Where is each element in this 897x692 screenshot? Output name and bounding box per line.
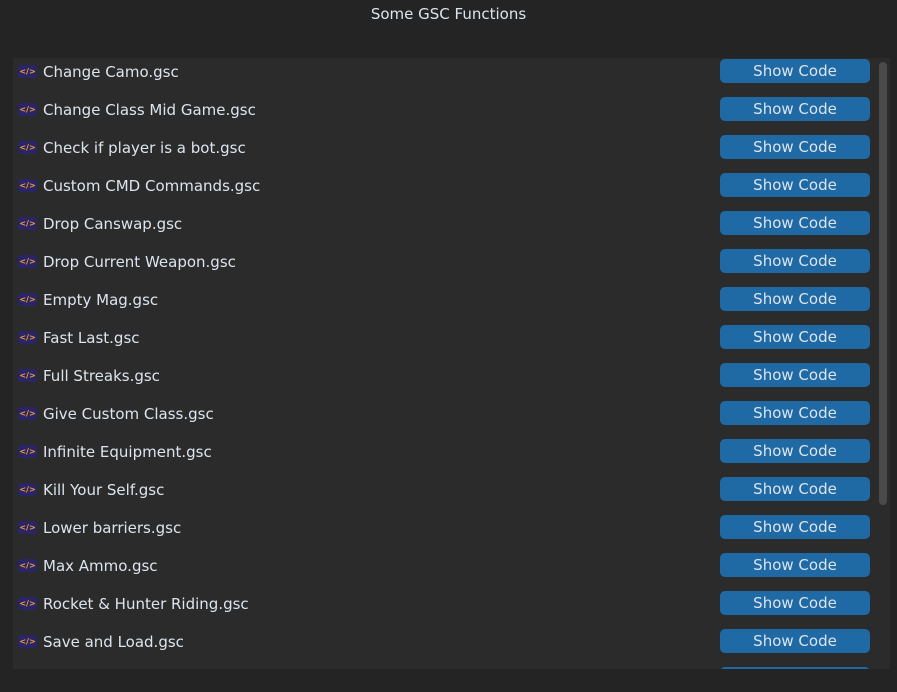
code-file-icon: </> <box>18 559 37 572</box>
code-file-icon: </> <box>18 331 37 344</box>
code-file-icon: </> <box>18 179 37 192</box>
code-file-icon: </> <box>18 141 37 154</box>
code-file-icon: </> <box>18 407 37 420</box>
list-item: </> Full Streaks.gsc Show Code <box>13 362 873 400</box>
show-code-button[interactable]: Show Code <box>720 59 870 83</box>
code-file-icon: </> <box>18 635 37 648</box>
code-file-icon: </> <box>18 521 37 534</box>
list-item: Show Code <box>13 666 873 669</box>
file-name: Lower barriers.gsc <box>43 519 182 537</box>
list-item: </> Rocket & Hunter Riding.gsc Show Code <box>13 590 873 628</box>
list-item: </> Drop Current Weapon.gsc Show Code <box>13 248 873 286</box>
show-code-button[interactable]: Show Code <box>720 553 870 577</box>
list-item: </> Give Custom Class.gsc Show Code <box>13 400 873 438</box>
file-name: Drop Canswap.gsc <box>43 215 183 233</box>
show-code-button[interactable]: Show Code <box>720 477 870 501</box>
file-name: Max Ammo.gsc <box>43 557 158 575</box>
show-code-button[interactable]: Show Code <box>720 439 870 463</box>
show-code-button[interactable]: Show Code <box>720 97 870 121</box>
list-item: </> Max Ammo.gsc Show Code <box>13 552 873 590</box>
show-code-button[interactable]: Show Code <box>720 173 870 197</box>
list-item: </> Drop Canswap.gsc Show Code <box>13 210 873 248</box>
list-item: </> Empty Mag.gsc Show Code <box>13 286 873 324</box>
show-code-button[interactable]: Show Code <box>720 325 870 349</box>
show-code-button[interactable]: Show Code <box>720 401 870 425</box>
show-code-button[interactable]: Show Code <box>720 591 870 615</box>
code-file-icon: </> <box>18 369 37 382</box>
list-item: </> Custom CMD Commands.gsc Show Code <box>13 172 873 210</box>
list-item: </> Lower barriers.gsc Show Code <box>13 514 873 552</box>
code-file-icon: </> <box>18 293 37 306</box>
show-code-button[interactable]: Show Code <box>720 667 870 669</box>
list-item: </> Infinite Equipment.gsc Show Code <box>13 438 873 476</box>
show-code-button[interactable]: Show Code <box>720 249 870 273</box>
code-file-icon: </> <box>18 445 37 458</box>
file-name: Fast Last.gsc <box>43 329 140 347</box>
code-file-icon: </> <box>18 103 37 116</box>
show-code-button[interactable]: Show Code <box>720 363 870 387</box>
list-item: </> Check if player is a bot.gsc Show Cod… <box>13 134 873 172</box>
show-code-button[interactable]: Show Code <box>720 211 870 235</box>
code-file-icon: </> <box>18 597 37 610</box>
file-name: Kill Your Self.gsc <box>43 481 165 499</box>
file-name: Infinite Equipment.gsc <box>43 443 212 461</box>
code-file-icon: </> <box>18 217 37 230</box>
window-title: Some GSC Functions <box>370 5 527 23</box>
list-item: </> Change Class Mid Game.gsc Show Code <box>13 96 873 134</box>
file-name: Rocket & Hunter Riding.gsc <box>43 595 249 613</box>
file-name: Drop Current Weapon.gsc <box>43 253 236 271</box>
list-item: </> Change Camo.gsc Show Code <box>13 58 873 96</box>
file-name: Full Streaks.gsc <box>43 367 160 385</box>
file-list: Show Code</> Save and Load.gscShow Code<… <box>13 58 890 669</box>
show-code-button[interactable]: Show Code <box>720 135 870 159</box>
file-name: Save and Load.gsc <box>43 633 184 651</box>
code-file-icon: </> <box>18 65 37 78</box>
file-name: Empty Mag.gsc <box>43 291 159 309</box>
list-item: </> Fast Last.gsc Show Code <box>13 324 873 362</box>
file-name: Check if player is a bot.gsc <box>43 139 246 157</box>
list-item: </> Save and Load.gsc Show Code <box>13 628 873 666</box>
code-file-icon: </> <box>18 483 37 496</box>
show-code-button[interactable]: Show Code <box>720 287 870 311</box>
file-name: Change Class Mid Game.gsc <box>43 101 256 119</box>
file-name: Change Camo.gsc <box>43 63 179 81</box>
code-file-icon: </> <box>18 255 37 268</box>
list-item: </> Kill Your Self.gsc Show Code <box>13 476 873 514</box>
show-code-button[interactable]: Show Code <box>720 515 870 539</box>
file-name: Custom CMD Commands.gsc <box>43 177 261 195</box>
file-name: Give Custom Class.gsc <box>43 405 214 423</box>
show-code-button[interactable]: Show Code <box>720 629 870 653</box>
scrollbar[interactable] <box>879 62 887 505</box>
